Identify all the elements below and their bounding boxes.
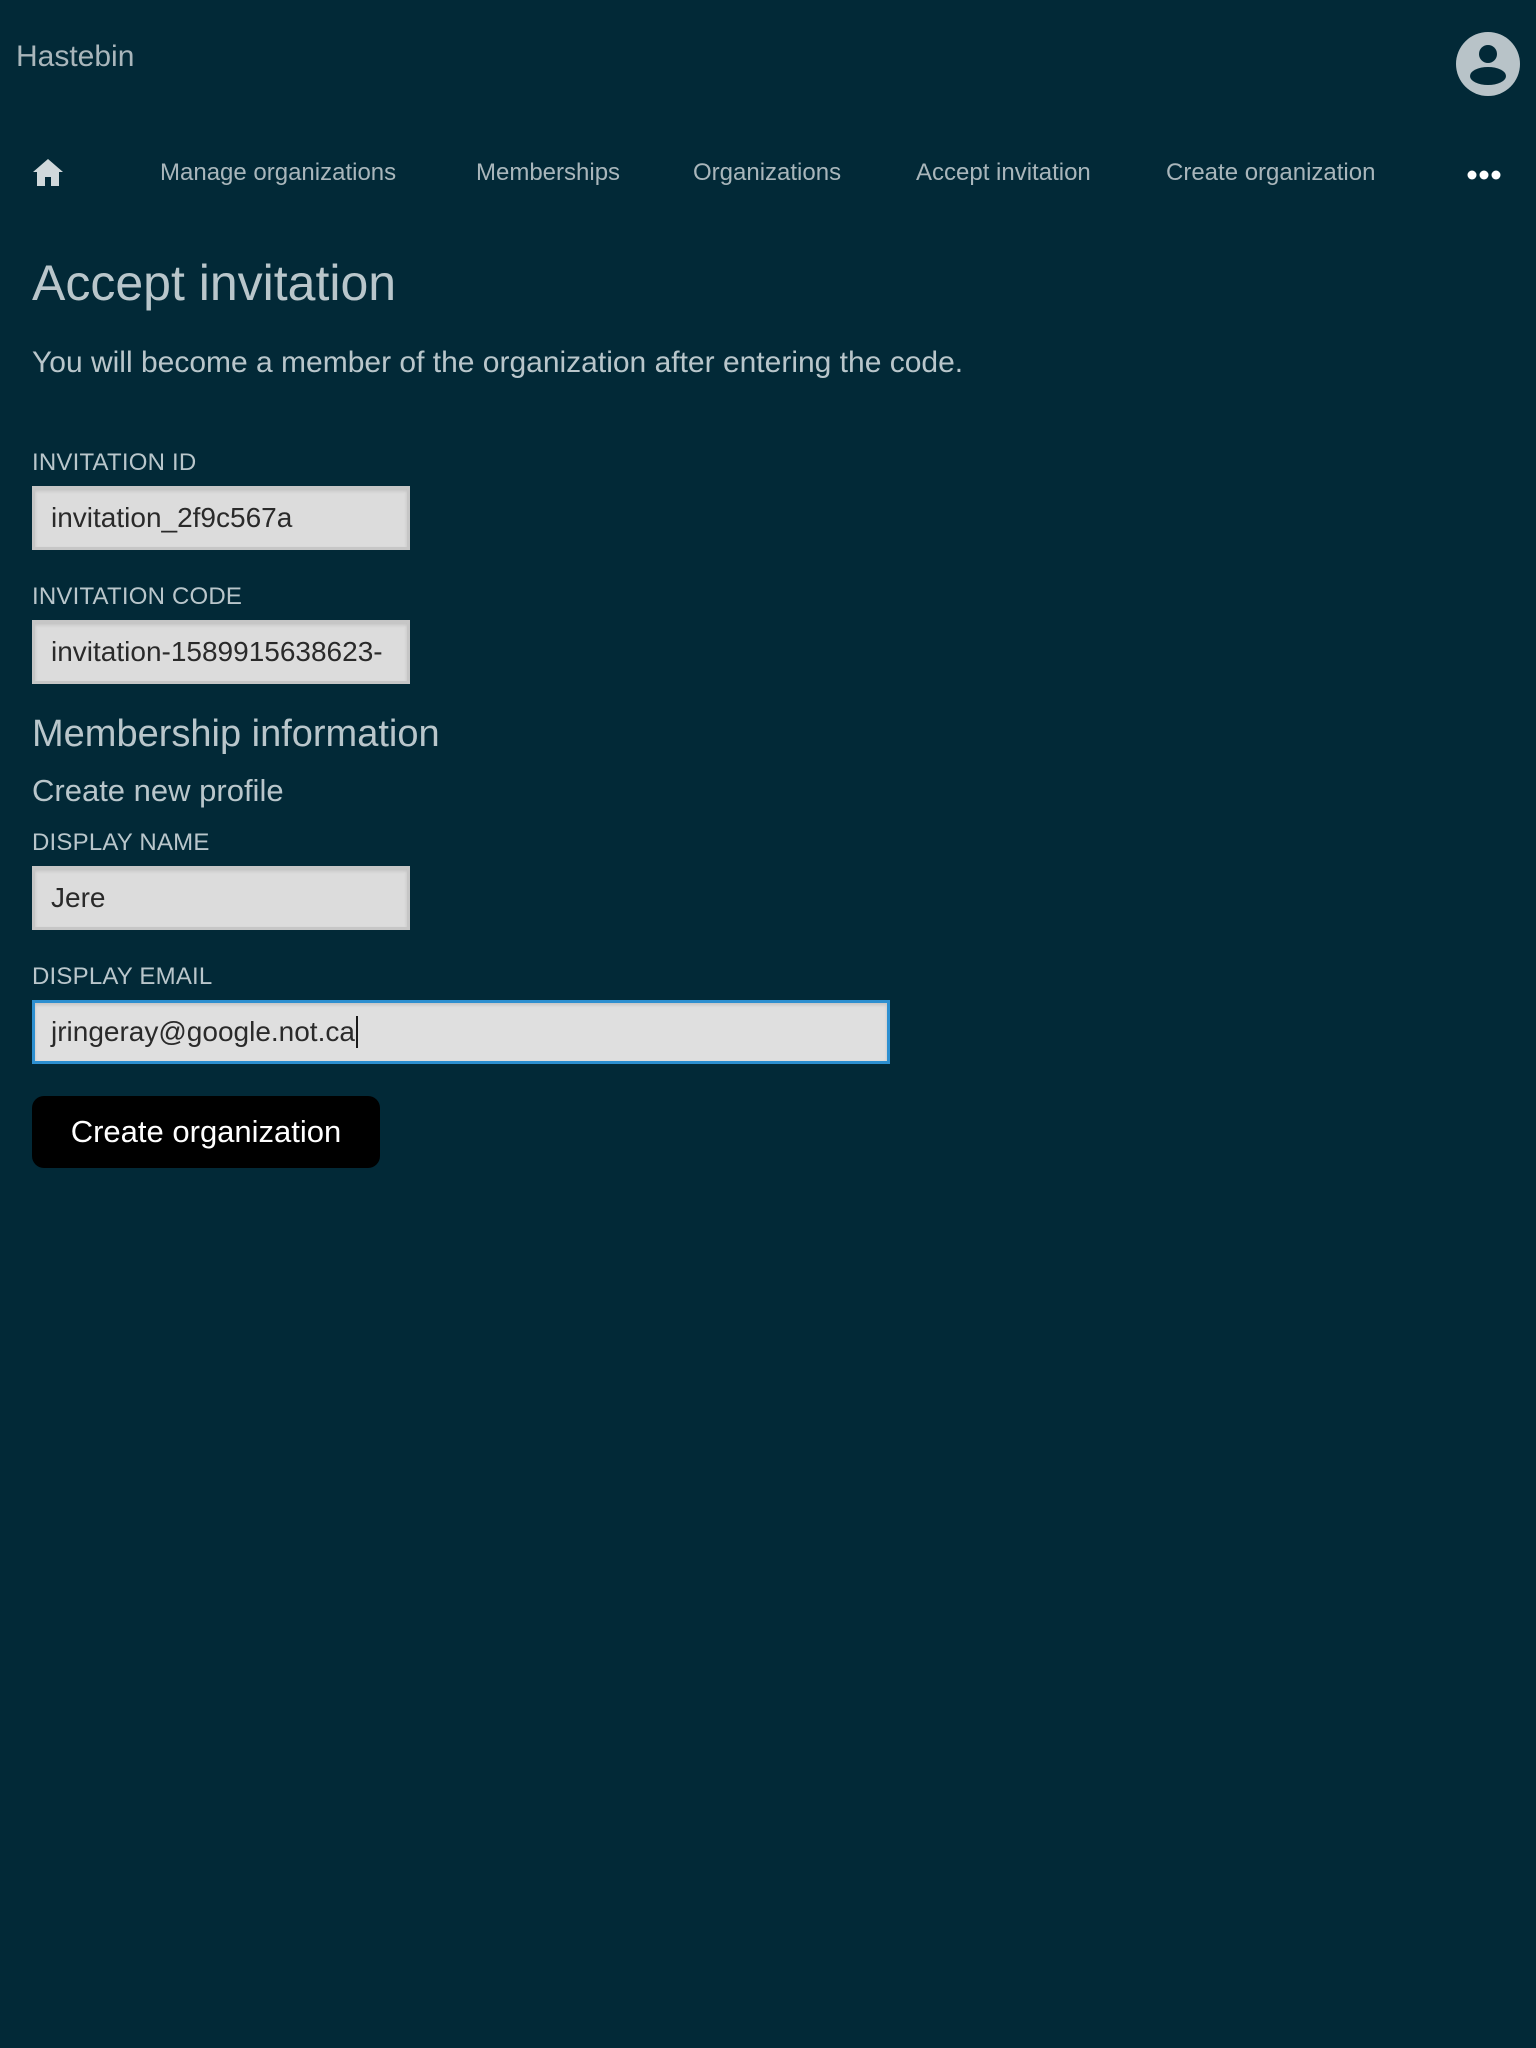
invitation-code-label: INVITATION CODE (32, 583, 243, 610)
display-email-value: jringeray@google.not.ca (51, 1016, 355, 1047)
display-email-label: DISPLAY EMAIL (32, 963, 213, 990)
membership-section-subtitle: Create new profile (32, 773, 284, 808)
membership-section-title: Membership information (32, 713, 440, 755)
invitation-code-value: invitation-1589915638623- (51, 636, 383, 667)
invitation-code-input[interactable]: invitation-1589915638623- (32, 620, 410, 684)
display-name-value: Jere (51, 882, 106, 913)
display-email-input[interactable]: jringeray@google.not.ca (32, 1000, 890, 1064)
invitation-id-input[interactable]: invitation_2f9c567a (32, 486, 410, 550)
display-name-input[interactable]: Jere (32, 866, 410, 930)
main-nav: Manage organizations Memberships Organiz… (0, 150, 1536, 200)
nav-item-memberships[interactable]: Memberships (476, 159, 620, 186)
app-title[interactable]: Hastebin (16, 42, 134, 72)
nav-item-accept-invitation[interactable]: Accept invitation (916, 159, 1091, 186)
display-name-label: DISPLAY NAME (32, 829, 210, 856)
more-horizontal-icon[interactable] (1466, 168, 1502, 180)
nav-item-organizations[interactable]: Organizations (693, 159, 841, 186)
page-title: Accept invitation (32, 255, 397, 311)
nav-item-manage-organizations[interactable]: Manage organizations (160, 159, 396, 186)
user-avatar-icon[interactable] (1456, 32, 1520, 96)
home-icon[interactable] (30, 156, 66, 190)
invitation-id-label: INVITATION ID (32, 449, 197, 476)
text-caret (355, 1015, 358, 1048)
page-subtitle: You will become a member of the organiza… (32, 346, 964, 379)
create-organization-button[interactable]: Create organization (32, 1096, 380, 1168)
nav-item-create-organization[interactable]: Create organization (1166, 159, 1375, 186)
invitation-id-value: invitation_2f9c567a (51, 502, 293, 533)
page: Hastebin Manage organizations Membership… (0, 0, 1536, 2048)
